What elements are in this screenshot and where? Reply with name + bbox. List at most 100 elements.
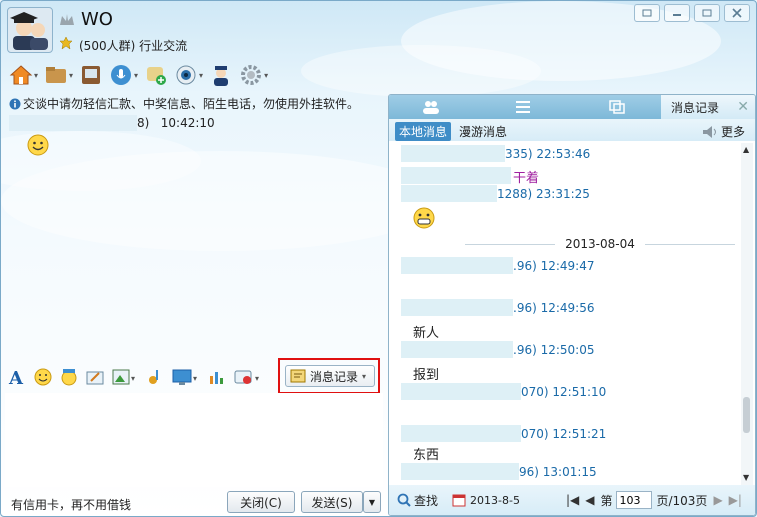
top-toolbar: ▾ ▾ ▾ ▾ ▾ [9,59,268,91]
message-meta: 070) 12:51:10 [521,385,607,399]
date-label: 2013-08-04 [565,237,635,251]
message-meta: 1288) 23:31:25 [497,187,590,201]
message-meta: 335) 22:53:46 [505,147,591,161]
message-meta: .96) 12:49:47 [513,259,595,273]
divider [644,243,735,245]
message-input[interactable] [5,393,383,487]
notice-text: 交谈中请勿轻信汇款、中奖信息、陌生电话，勿使用外挂软件。 [23,97,360,111]
camera-icon [176,65,196,85]
info-icon [9,98,21,113]
message-meta: 96) 13:01:15 [519,465,597,479]
toolbar-app[interactable] [144,63,168,87]
redacted-sender [401,299,513,316]
close-panel-icon[interactable]: ✕ [737,99,749,115]
toolbar-police[interactable] [209,63,233,87]
minimize-button[interactable] [664,4,690,22]
message-text: 报到 [413,368,440,383]
send-options-button[interactable]: ▼ [363,491,381,513]
group-avatar-icon [10,12,48,50]
history-list: 335) 22:53:46 干着 1288) 23:31:25 2013-08-… [389,143,741,485]
redacted-sender [401,463,519,480]
message-text: 新人 [413,326,440,341]
chevron-down-icon: ▾ [34,70,39,80]
search-icon [397,493,411,507]
page-number-input[interactable] [616,491,653,509]
toolbar-video[interactable]: ▾ [174,63,203,87]
chat-title: WO [81,9,113,30]
redacted-sender [401,145,505,162]
close-button[interactable]: 关闭(C) [227,491,295,513]
emoticon-icon[interactable] [33,367,53,390]
message-header: 8) 10:42:10 [137,116,215,130]
last-page-icon[interactable]: ▶| [729,493,742,507]
group-info: (500人群) 行业交流 [79,39,188,53]
toolbar-album[interactable] [79,63,103,87]
security-notice: 交谈中请勿轻信汇款、中奖信息、陌生电话，勿使用外挂软件。 [9,95,359,113]
maximize-button[interactable] [694,4,720,22]
message-meta: .96) 12:50:05 [513,343,595,357]
police-icon [214,66,229,86]
tab-roaming-messages[interactable]: 漫游消息 [459,123,507,140]
chevron-down-icon: ▾ [199,70,204,80]
svg-text:▾: ▾ [131,374,135,383]
scroll-up-icon[interactable]: ▲ [743,145,749,154]
crown-icon [59,13,75,30]
more-button[interactable]: 更多 [702,123,745,140]
chevron-down-icon: ▾ [264,70,269,80]
message-history-label: 消息记录 [310,369,359,384]
list-icon [516,101,530,113]
tab-members[interactable] [411,95,451,119]
avatar[interactable] [7,7,53,53]
tab-local-messages[interactable]: 本地消息 [395,122,452,141]
date-picker[interactable]: 2013-8-5 [452,493,520,507]
history-footer: 查找 2013-8-5 |◀ ◀ 第 页/103页 ▶ ▶| [389,485,755,515]
edit-icon[interactable] [85,367,105,390]
image-icon[interactable]: ▾ [111,367,139,390]
skin-button[interactable] [634,4,660,22]
send-button[interactable]: 发送(S) [301,491,363,513]
calendar-icon [452,494,466,507]
scrollbar-thumb[interactable] [743,397,750,433]
message-history-button[interactable]: 消息记录 ▾ [285,365,375,387]
add-app-icon [147,67,167,85]
toolbar-settings[interactable]: ▾ [239,63,268,87]
folder-icon [46,67,67,83]
redacted-sender [401,257,513,274]
magic-emoticon-icon[interactable] [59,367,79,390]
home-icon [9,65,33,85]
window-controls [634,4,750,22]
toolbar-folder[interactable]: ▾ [44,63,73,87]
chevron-down-icon: ▾ [69,70,74,80]
redacted-text [401,167,511,184]
toolbar-voice[interactable]: ▾ [109,63,138,87]
history-subbar: 本地消息 漫游消息 更多 [389,119,755,141]
music-icon[interactable] [145,367,165,390]
message-text: 东西 [413,448,440,463]
close-window-button[interactable] [724,4,750,22]
redacted-sender [401,185,497,202]
tab-list[interactable] [503,95,543,119]
find-button[interactable]: 查找 [397,492,438,509]
grin-emoticon-icon [413,207,435,232]
redacted-sender [401,425,521,442]
font-icon[interactable]: A [7,367,27,390]
toolbar-home[interactable]: ▾ [9,63,38,87]
prev-page-icon[interactable]: ◀ [585,493,594,507]
scroll-down-icon[interactable]: ▼ [743,473,749,482]
divider [465,243,556,245]
shake-icon[interactable]: ▾ [233,367,263,390]
format-toolbar: A ▾ ▾ ▾ [7,365,263,391]
message-sender-end: 8) [137,116,150,130]
star-icon [59,36,73,53]
history-icon [290,369,306,383]
screenshot-icon[interactable]: ▾ [171,367,201,390]
message-text: 干着 [513,171,540,186]
first-page-icon[interactable]: |◀ [566,493,579,507]
chart-icon[interactable] [207,367,227,390]
date-value: 2013-8-5 [470,493,520,507]
history-scrollbar[interactable]: ▲ ▼ [741,143,753,485]
next-page-icon[interactable]: ▶ [713,493,722,507]
chat-window: WO (500人群) 行业交流 ▾ ▾ ▾ ▾ ▾ 交谈中请勿轻信汇款、中奖信息… [0,0,757,517]
ad-link[interactable]: 有信用卡，再不用借钱 [11,496,131,513]
tab-files[interactable] [597,95,637,119]
